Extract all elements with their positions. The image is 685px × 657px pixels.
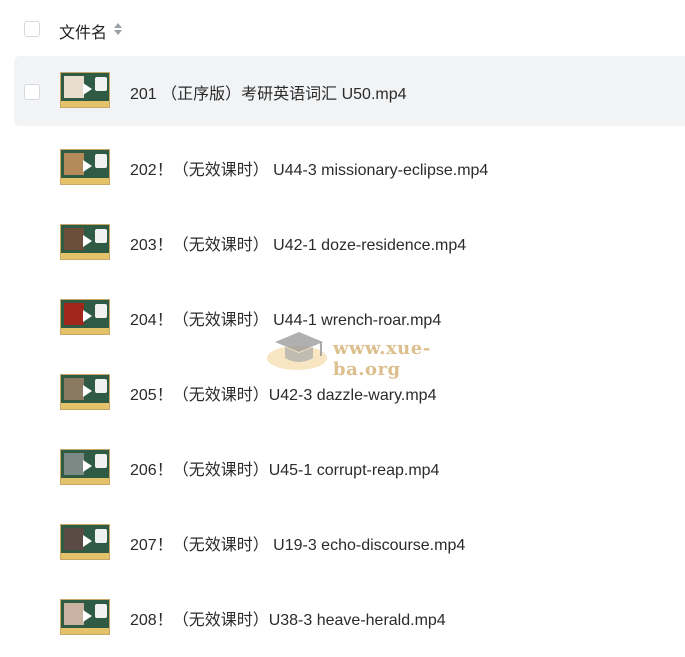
thumbnail-image <box>64 528 84 550</box>
file-list: 201 （正序版）考研英语词汇 U50.mp4 202！（无效课时） U44-3 … <box>0 56 685 656</box>
play-icon <box>83 160 92 172</box>
play-icon <box>83 610 92 622</box>
thumbnail-bar <box>61 328 109 334</box>
file-name[interactable]: 208！（无效课时）U38-3 heave-herald.mp4 <box>130 606 446 630</box>
thumbnail-image <box>64 603 84 625</box>
file-name[interactable]: 204！（无效课时） U44-1 wrench-roar.mp4 <box>130 306 441 330</box>
sort-icon[interactable] <box>113 21 123 37</box>
thumbnail-logo <box>95 529 107 543</box>
thumbnail-bar <box>61 553 109 559</box>
file-row-checkbox[interactable] <box>24 84 40 100</box>
file-row[interactable]: 207！（无效课时） U19-3 echo-discourse.mp4 <box>0 506 685 581</box>
file-row[interactable]: 203！（无效课时） U42-1 doze-residence.mp4 <box>0 206 685 281</box>
play-icon <box>83 310 92 322</box>
video-thumbnail-icon[interactable] <box>60 599 110 635</box>
video-thumbnail-icon[interactable] <box>60 374 110 410</box>
select-all-checkbox[interactable] <box>24 21 40 37</box>
file-name[interactable]: 201 （正序版）考研英语词汇 U50.mp4 <box>130 80 407 104</box>
file-name[interactable]: 207！（无效课时） U19-3 echo-discourse.mp4 <box>130 531 465 555</box>
thumbnail-image <box>64 228 84 250</box>
thumbnail-image <box>64 76 84 98</box>
file-list-header: 文件名 <box>0 0 685 58</box>
thumbnail-bar <box>61 253 109 259</box>
play-icon <box>83 83 92 95</box>
thumbnail-logo <box>95 454 107 468</box>
file-row[interactable]: 201 （正序版）考研英语词汇 U50.mp4 <box>14 56 685 126</box>
video-thumbnail-icon[interactable] <box>60 149 110 185</box>
thumbnail-image <box>64 153 84 175</box>
video-thumbnail-icon[interactable] <box>60 224 110 260</box>
thumbnail-image <box>64 453 84 475</box>
video-thumbnail-icon[interactable] <box>60 449 110 485</box>
thumbnail-logo <box>95 379 107 393</box>
video-thumbnail-icon[interactable] <box>60 524 110 560</box>
video-thumbnail-icon[interactable] <box>60 72 110 108</box>
file-name[interactable]: 205！（无效课时）U42-3 dazzle-wary.mp4 <box>130 381 436 405</box>
file-name[interactable]: 203！（无效课时） U42-1 doze-residence.mp4 <box>130 231 466 255</box>
thumbnail-image <box>64 303 84 325</box>
file-name[interactable]: 202！（无效课时） U44-3 missionary-eclipse.mp4 <box>130 156 488 180</box>
thumbnail-bar <box>61 178 109 184</box>
play-icon <box>83 385 92 397</box>
file-row[interactable]: 202！（无效课时） U44-3 missionary-eclipse.mp4 <box>0 131 685 206</box>
thumbnail-image <box>64 378 84 400</box>
play-icon <box>83 535 92 547</box>
play-icon <box>83 460 92 472</box>
file-name[interactable]: 206！（无效课时）U45-1 corrupt-reap.mp4 <box>130 456 439 480</box>
thumbnail-logo <box>95 304 107 318</box>
thumbnail-logo <box>95 604 107 618</box>
thumbnail-bar <box>61 403 109 409</box>
thumbnail-logo <box>95 229 107 243</box>
file-row[interactable]: 205！（无效课时）U42-3 dazzle-wary.mp4 <box>0 356 685 431</box>
thumbnail-logo <box>95 77 107 91</box>
filename-column-header[interactable]: 文件名 <box>59 19 107 43</box>
thumbnail-logo <box>95 154 107 168</box>
file-row[interactable]: 206！（无效课时）U45-1 corrupt-reap.mp4 <box>0 431 685 506</box>
file-row[interactable]: 208！（无效课时）U38-3 heave-herald.mp4 <box>0 581 685 656</box>
thumbnail-bar <box>61 101 109 107</box>
play-icon <box>83 235 92 247</box>
thumbnail-bar <box>61 628 109 634</box>
video-thumbnail-icon[interactable] <box>60 299 110 335</box>
thumbnail-bar <box>61 478 109 484</box>
file-row[interactable]: 204！（无效课时） U44-1 wrench-roar.mp4 <box>0 281 685 356</box>
